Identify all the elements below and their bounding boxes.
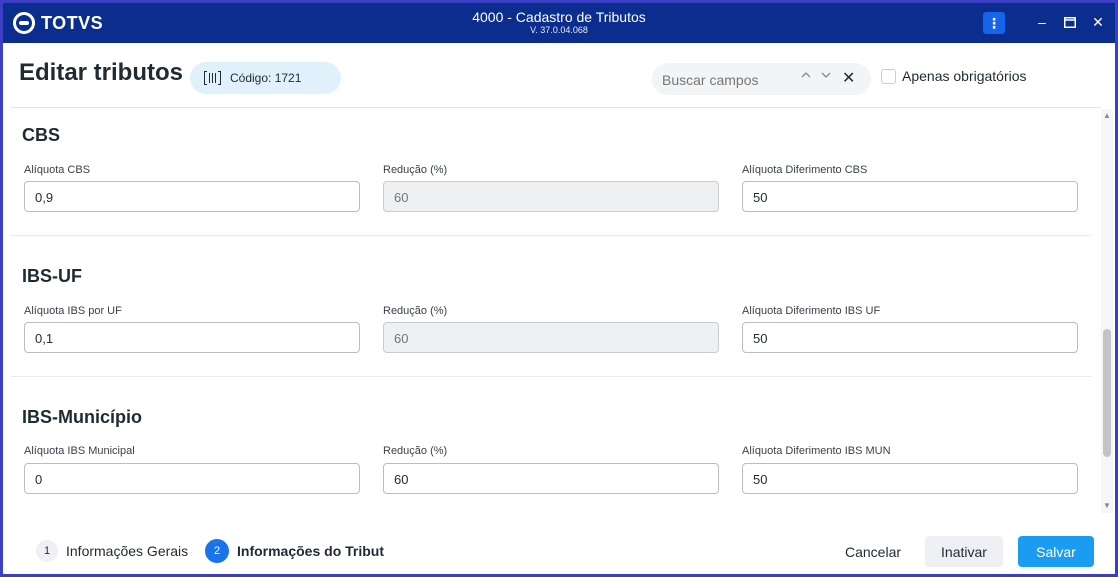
step-label: Informações do Tribut <box>237 543 385 559</box>
aliquota-ibs-uf-input[interactable]: 0,1 <box>24 322 360 353</box>
only-required-checkbox[interactable] <box>881 68 896 84</box>
section-title: IBS-UF <box>22 266 82 286</box>
search-box: ✕ <box>652 63 871 95</box>
aliquota-ibs-municipal-input[interactable]: 0 <box>24 463 360 494</box>
step-number: 2 <box>205 539 229 563</box>
code-chip: Código: 1721 <box>190 62 341 94</box>
code-chip-label: Código: 1721 <box>230 71 302 85</box>
minimize-icon[interactable]: – <box>1033 13 1051 31</box>
section-title: IBS-Município <box>22 407 142 427</box>
field-label: Alíquota Diferimento CBS <box>742 164 868 176</box>
chevron-up-icon[interactable] <box>800 69 812 84</box>
clear-search-icon[interactable]: ✕ <box>842 68 855 88</box>
field-label: Redução (%) <box>383 445 448 457</box>
field-label: Alíquota Diferimento IBS UF <box>742 305 881 317</box>
field-label: Redução (%) <box>383 305 448 317</box>
step-label: Informações Gerais <box>66 543 189 559</box>
reducao-ibs-municipal-input[interactable]: 60 <box>383 463 719 494</box>
section-divider <box>11 376 1091 377</box>
scroll-up-icon[interactable]: ▲ <box>1102 111 1112 120</box>
step-informacoes-do-tributo[interactable]: 2 Informações do Tribut <box>205 539 384 563</box>
window-title-block: 4000 - Cadastro de Tributos V. 37.0.04.0… <box>3 9 1115 36</box>
close-icon[interactable]: ✕ <box>1089 13 1107 31</box>
step-informacoes-gerais[interactable]: 1 Informações Gerais <box>36 540 188 562</box>
title-bar: TOTVS 4000 - Cadastro de Tributos V. 37.… <box>3 3 1115 43</box>
cancel-button[interactable]: Cancelar <box>835 536 911 567</box>
page-title: Editar tributos <box>19 59 184 86</box>
app-window: TOTVS 4000 - Cadastro de Tributos V. 37.… <box>0 0 1118 577</box>
field-label: Alíquota CBS <box>24 164 91 176</box>
field-label: Alíquota IBS Municipal <box>24 445 135 457</box>
scroll-down-icon[interactable]: ▼ <box>1102 501 1112 510</box>
chevron-down-icon[interactable] <box>820 69 832 84</box>
kebab-icon[interactable]: ⋮ <box>983 12 1005 34</box>
only-required-toggle[interactable]: Apenas obrigatórios <box>881 68 1027 84</box>
aliquota-diferimento-cbs-input[interactable]: 50 <box>742 181 1078 212</box>
aliquota-diferimento-ibs-mun-input[interactable]: 50 <box>742 463 1078 494</box>
field-label: Alíquota IBS por UF <box>24 305 122 317</box>
aliquota-diferimento-ibs-uf-input[interactable]: 50 <box>742 322 1078 353</box>
field-label: Alíquota Diferimento IBS MUN <box>742 445 891 457</box>
header-divider <box>11 107 1101 108</box>
scrollbar-thumb[interactable] <box>1103 329 1111 457</box>
inactivate-button[interactable]: Inativar <box>925 536 1003 567</box>
step-number: 1 <box>36 540 58 562</box>
reducao-ibs-uf-input: 60 <box>383 322 719 353</box>
section-divider <box>11 235 1091 236</box>
save-button[interactable]: Salvar <box>1018 536 1094 567</box>
aliquota-cbs-input[interactable]: 0,9 <box>24 181 360 212</box>
window-title: 4000 - Cadastro de Tributos <box>472 9 646 25</box>
section-title: CBS <box>22 125 61 145</box>
reducao-cbs-input: 60 <box>383 181 719 212</box>
maximize-icon[interactable] <box>1061 13 1079 31</box>
only-required-label: Apenas obrigatórios <box>902 68 1027 84</box>
field-label: Redução (%) <box>383 164 448 176</box>
window-version: V. 37.0.04.068 <box>530 25 588 35</box>
search-input[interactable] <box>662 69 792 91</box>
barcode-icon <box>204 71 222 85</box>
form-content: CBS Alíquota CBS 0,9 Redução (%) 60 Alíq… <box>11 109 1099 513</box>
